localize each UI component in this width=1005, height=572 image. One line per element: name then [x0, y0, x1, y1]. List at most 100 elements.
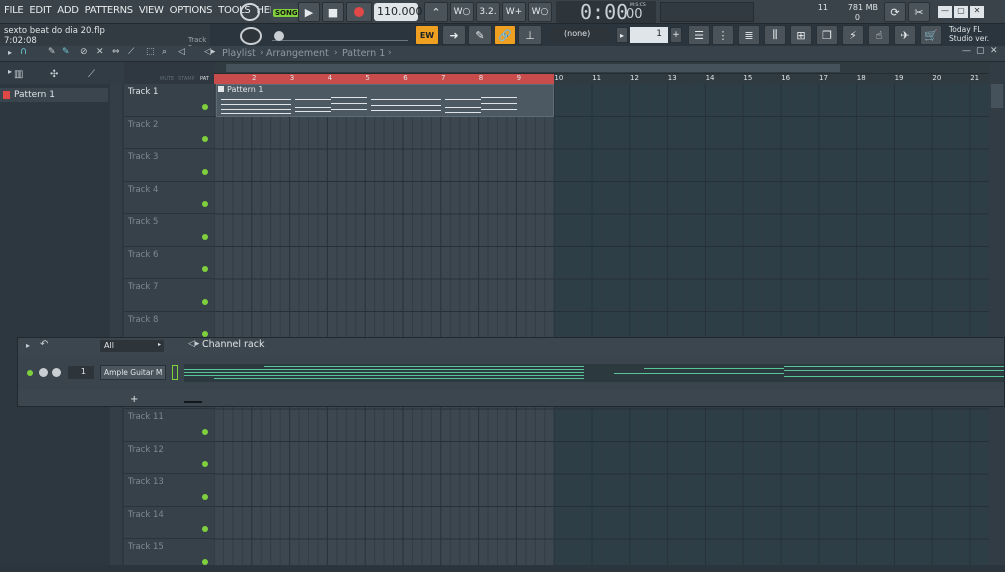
delete-tool-icon[interactable]: ⊘ [80, 47, 88, 57]
arrow-button[interactable]: ➜ [442, 25, 466, 45]
piano-icon[interactable]: ▥ [14, 69, 23, 80]
plugin-picker-button[interactable]: ⚡ [842, 25, 864, 45]
channel-select-led[interactable] [172, 365, 178, 380]
step-field[interactable]: 1 [630, 27, 668, 43]
menu-file[interactable]: FILE [4, 5, 24, 16]
track-mute-icon[interactable] [202, 493, 208, 500]
slice-tool-icon[interactable]: ⟋ [128, 47, 134, 57]
tempo-display[interactable]: 110.000 [374, 3, 423, 21]
restore-button[interactable]: ▢ [954, 6, 968, 18]
midi-icon[interactable]: ✣ [50, 69, 58, 80]
mute-led-icon[interactable] [27, 370, 33, 376]
window-minimize-icon[interactable]: — [962, 46, 971, 56]
store-button[interactable]: 🛒 [920, 25, 942, 45]
countdown-button[interactable]: 3.2. [476, 2, 500, 22]
browser-window-button[interactable]: ⊞ [790, 25, 812, 45]
playlist-scrollbar[interactable] [989, 62, 1005, 565]
link-button[interactable]: 🔗 [494, 25, 516, 45]
pattern-clip[interactable]: Pattern 1 [216, 84, 554, 117]
track-mute-icon[interactable] [202, 461, 208, 467]
window-close-icon[interactable]: ✕ [990, 46, 998, 56]
scroll-thumb[interactable] [991, 84, 1003, 108]
tempo-tapper-button[interactable]: ✈ [894, 25, 916, 45]
record-button[interactable] [346, 2, 372, 22]
step-plus-button[interactable]: + [670, 27, 682, 43]
pattern-mode-button[interactable]: EW [415, 25, 439, 45]
metronome-button[interactable]: ⌃ [424, 2, 448, 22]
pencil-tool-icon[interactable]: ✎ [48, 47, 56, 57]
play-button[interactable]: ▶ [298, 2, 320, 22]
stop-button[interactable]: ■ [322, 2, 344, 22]
track-mute-icon[interactable] [202, 136, 208, 142]
track-mute-icon[interactable] [202, 103, 208, 110]
pitch-knob[interactable] [240, 27, 262, 45]
zoom-tool-icon[interactable]: ⌕ [162, 47, 167, 57]
channel-button[interactable]: Ample Guitar M [100, 365, 166, 380]
wait-input-button[interactable]: W○ [450, 2, 474, 22]
cr-scroll-handle[interactable] [184, 401, 202, 403]
close-button[interactable]: ✕ [970, 6, 984, 18]
paint-tool-icon[interactable]: ✎ [62, 47, 70, 57]
cr-undo-icon[interactable]: ↶ [40, 339, 48, 350]
track-mute-icon[interactable] [202, 233, 208, 240]
loop-region[interactable] [214, 74, 554, 84]
mixer-track-field[interactable]: 1 [68, 366, 94, 379]
track-mute-icon[interactable] [202, 266, 208, 272]
playlist-window-button[interactable]: ☰ [688, 25, 710, 45]
track-mute-icon[interactable] [202, 201, 208, 207]
overview-bar[interactable] [214, 62, 989, 74]
mute-tool-icon[interactable]: ✕ [96, 47, 104, 57]
track-mute-icon[interactable] [202, 428, 208, 435]
menu-add[interactable]: ADD [57, 5, 79, 16]
arrow-icon[interactable]: ▸ [8, 67, 12, 76]
track-header[interactable]: Track 12 [124, 442, 214, 474]
step-left-button[interactable]: ▸ [616, 27, 628, 43]
select-tool-icon[interactable]: ⬚ [146, 47, 155, 57]
picker-scrollbar[interactable] [110, 84, 122, 565]
menu-view[interactable]: VIEW [139, 5, 164, 16]
loop-record-button[interactable]: W○ [528, 2, 552, 22]
pattern-item[interactable]: Pattern 1 [0, 88, 108, 102]
track-header[interactable]: Track 2 [124, 117, 214, 149]
track-header[interactable]: Track 4 [124, 182, 214, 214]
time-display[interactable]: 0:00 00 M:S:CS [556, 0, 656, 24]
magnet-icon[interactable]: ∩ [20, 46, 27, 57]
track-header[interactable]: Track 14 [124, 507, 214, 539]
window-restore-icon[interactable]: ▢ [976, 46, 985, 56]
volume-knob[interactable] [52, 368, 61, 377]
song-mode-toggle[interactable]: SONG [271, 3, 300, 21]
cr-filter-dropdown[interactable]: All ▸ [100, 340, 164, 352]
menu-edit[interactable]: EDIT [29, 5, 51, 16]
master-volume-knob[interactable] [240, 3, 260, 21]
track-header[interactable]: Track 1 [124, 84, 214, 117]
brush-button[interactable]: ✎ [468, 25, 492, 45]
playlist-grid[interactable]: Pattern 1 [214, 84, 989, 565]
stamp-button[interactable]: ⊥ [518, 25, 542, 45]
track-header[interactable]: Track 3 [124, 149, 214, 182]
speaker-icon[interactable]: ◁ [178, 47, 185, 57]
track-mute-icon[interactable] [202, 298, 208, 305]
track-mute-icon[interactable] [202, 168, 208, 175]
pitch-slider[interactable] [272, 31, 408, 41]
pattern-selector[interactable]: (none) [550, 27, 610, 43]
options-arrow-icon[interactable]: ▸ [8, 48, 12, 57]
track-header[interactable]: Track 6 [124, 247, 214, 279]
time-ruler[interactable]: 2 3 4 5 6 7 8 9 10 11 12 13 14 15 16 17 18 19 20 21 [214, 74, 989, 84]
track-mute-icon[interactable] [202, 526, 208, 532]
channel-rack-window-button[interactable]: ≣ [738, 25, 760, 45]
touch-button[interactable]: ☝ [868, 25, 890, 45]
news-panel[interactable]: Today FL Studio ver. [946, 25, 996, 45]
track-mute-icon[interactable] [202, 558, 208, 565]
track-header[interactable]: Track 5 [124, 214, 214, 247]
tools-button[interactable]: ✂ [908, 2, 930, 22]
mixer-window-button[interactable]: ⫼ [764, 25, 786, 45]
track-header[interactable]: Track 7 [124, 279, 214, 312]
cr-options-icon[interactable]: ▸ [26, 341, 30, 350]
track-header[interactable]: Track 11 [124, 409, 214, 442]
piano-roll-window-button[interactable]: ⋮ [712, 25, 734, 45]
slip-tool-icon[interactable]: ⇔ [112, 47, 120, 57]
cpu-panic-button[interactable]: ⟳ [884, 2, 906, 22]
add-channel-button[interactable]: + [130, 394, 138, 405]
menu-patterns[interactable]: PATTERNS [85, 5, 134, 16]
automation-icon[interactable]: ⟋ [88, 69, 95, 80]
